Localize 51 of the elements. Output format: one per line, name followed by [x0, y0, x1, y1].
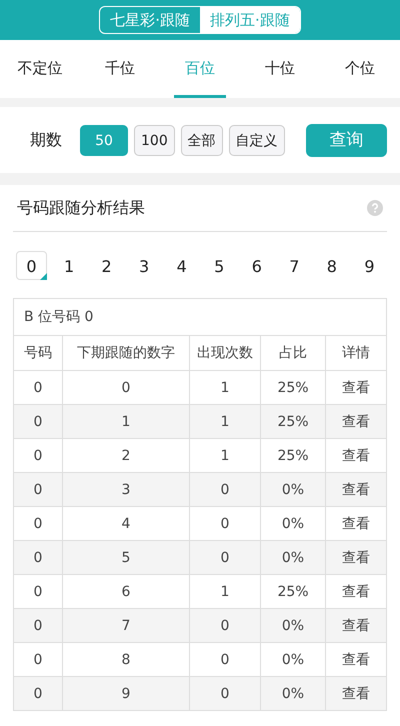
table-cell: 1 — [190, 404, 260, 438]
period-option[interactable]: 自定义 — [228, 124, 285, 156]
table-cell: 0 — [14, 540, 62, 574]
table-cell: 25% — [260, 404, 326, 438]
digit-option[interactable]: 6 — [241, 250, 272, 280]
table-cell: 3 — [62, 472, 190, 506]
digit-option[interactable]: 3 — [128, 250, 160, 280]
column-header: 详情 — [326, 336, 386, 370]
period-option[interactable]: 全部 — [180, 124, 223, 156]
digit-option[interactable]: 4 — [166, 250, 198, 280]
column-header: 下期跟随的数字 — [62, 336, 190, 370]
digit-option[interactable]: 1 — [54, 250, 85, 280]
table-cell: 0% — [260, 540, 326, 574]
table-cell: 0 — [14, 608, 62, 642]
table-cell: 0 — [190, 608, 260, 642]
table-cell: 0 — [190, 540, 260, 574]
digit-option[interactable]: 7 — [278, 250, 310, 280]
position-tab[interactable]: 不定位 — [14, 40, 66, 98]
help-icon[interactable] — [367, 200, 383, 216]
position-tab[interactable]: 千位 — [94, 40, 146, 98]
position-tab[interactable]: 个位 — [334, 40, 386, 98]
view-link[interactable]: 查看 — [326, 404, 386, 438]
period-option[interactable]: 100 — [134, 124, 175, 156]
view-link[interactable]: 查看 — [326, 472, 386, 506]
column-header: 占比 — [260, 336, 326, 370]
table-cell: 7 — [62, 608, 190, 642]
view-link[interactable]: 查看 — [326, 540, 386, 574]
filter-label: 期数 — [30, 130, 62, 150]
table-cell: 0% — [260, 676, 326, 710]
digit-option[interactable]: 2 — [91, 250, 122, 280]
position-tab[interactable]: 十位 — [254, 40, 306, 98]
section-title: 号码跟随分析结果 — [17, 198, 145, 218]
digit-option[interactable]: 8 — [316, 250, 348, 280]
table-cell: 5 — [62, 540, 190, 574]
view-link[interactable]: 查看 — [326, 608, 386, 642]
table-cell: 0 — [190, 472, 260, 506]
digit-option[interactable]: 9 — [354, 250, 385, 280]
table-cell: 0% — [260, 608, 326, 642]
digit-option[interactable]: 0 — [16, 250, 47, 280]
digit-option[interactable]: 5 — [204, 250, 235, 280]
view-link[interactable]: 查看 — [326, 676, 386, 710]
table-cell: 0% — [260, 472, 326, 506]
column-header: 号码 — [14, 336, 62, 370]
table-caption: B 位号码 0 — [14, 298, 386, 336]
table-cell: 0 — [190, 676, 260, 710]
table-cell: 0 — [14, 404, 62, 438]
column-header: 出现次数 — [190, 336, 260, 370]
table-cell: 9 — [62, 676, 190, 710]
table-cell: 0 — [14, 676, 62, 710]
table-cell: 0 — [14, 472, 62, 506]
table-cell: 1 — [62, 404, 190, 438]
